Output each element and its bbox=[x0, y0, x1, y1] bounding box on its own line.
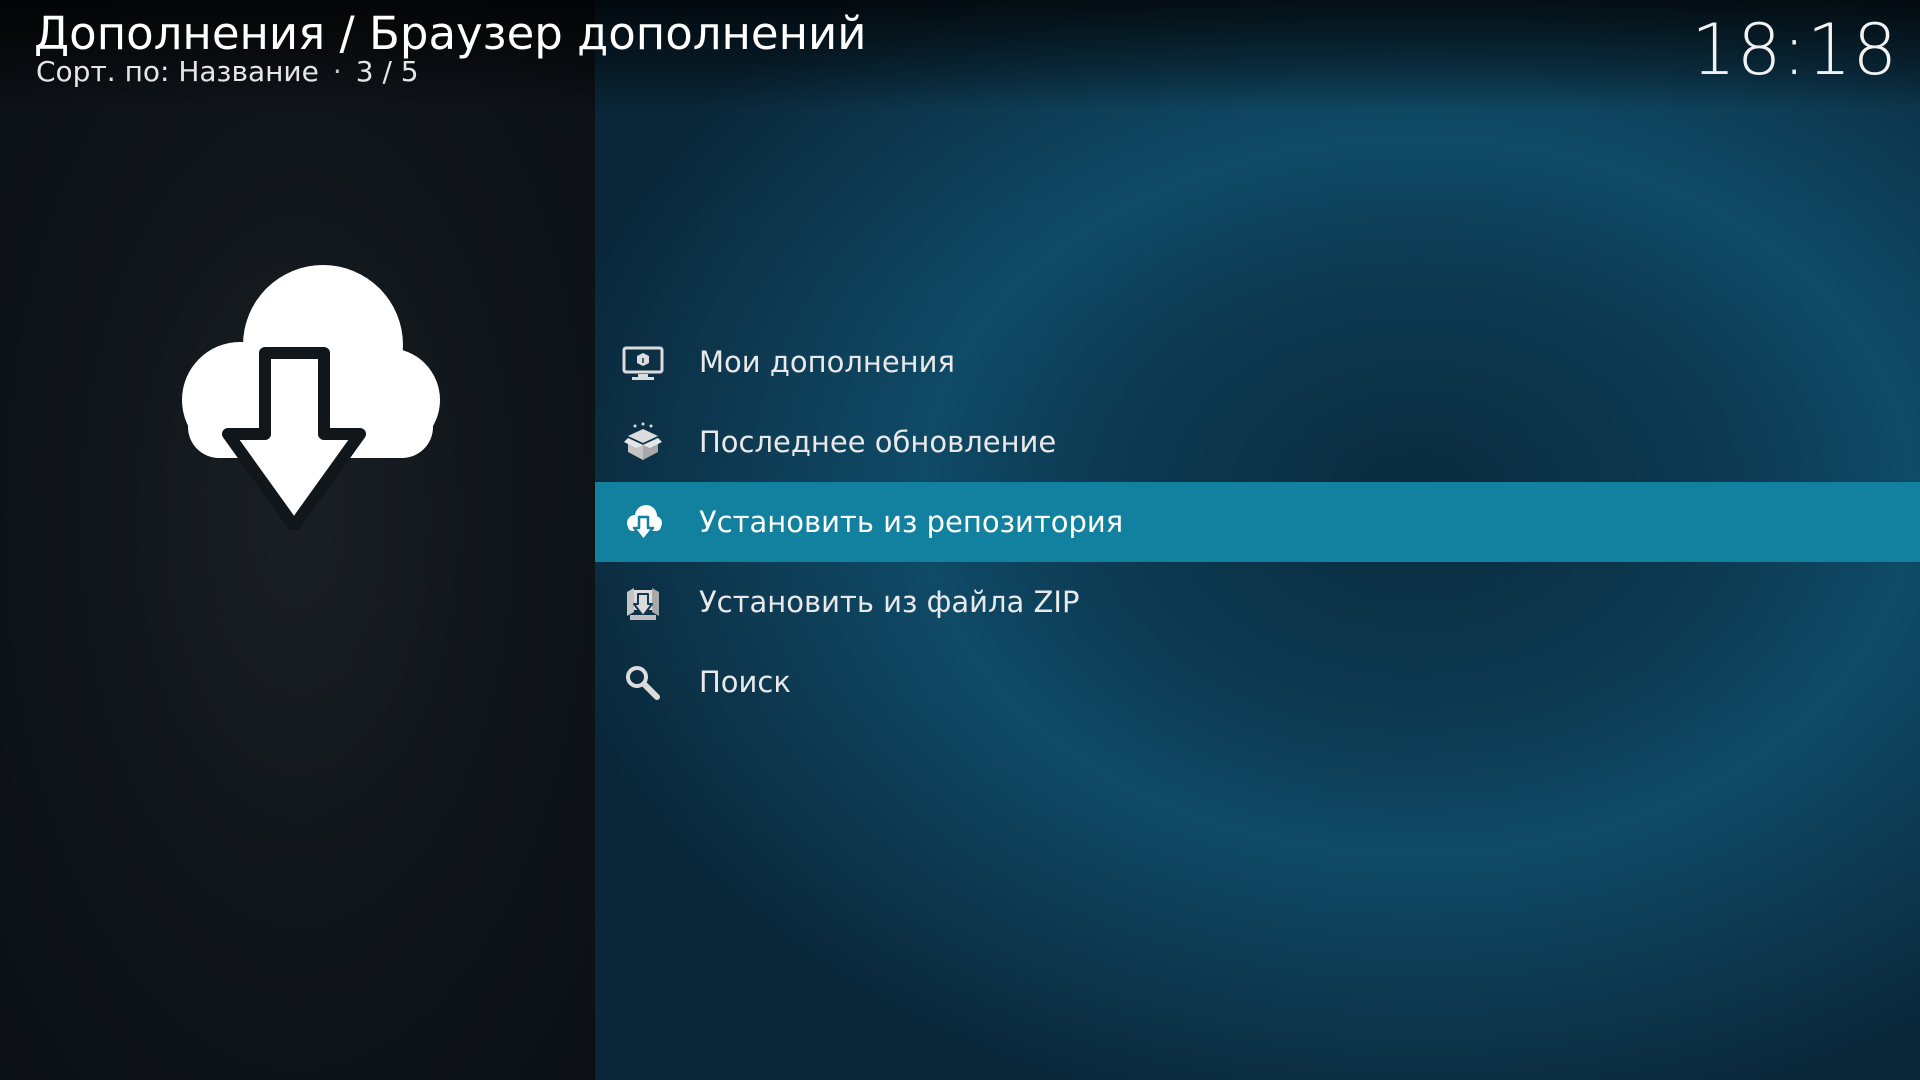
monitor-box-icon bbox=[622, 346, 664, 380]
menu-item-install-from-zip[interactable]: Установить из файла ZIP bbox=[595, 562, 1920, 642]
sort-label[interactable]: Сорт. по: Название bbox=[36, 55, 319, 88]
zip-install-icon bbox=[627, 588, 659, 620]
menu-item-recent-update[interactable]: Последнее обновление bbox=[595, 402, 1920, 482]
clock: 18:18 bbox=[1691, 9, 1898, 91]
addon-menu: Мои дополнения Последнее обновление Уста… bbox=[595, 322, 1920, 722]
open-box-icon bbox=[624, 422, 662, 460]
addon-browser-screen: Дополнения / Браузер дополнений Сорт. по… bbox=[0, 0, 1920, 1080]
info-panel bbox=[0, 0, 595, 1080]
item-position: 3 / 5 bbox=[355, 55, 419, 88]
sort-info: Сорт. по: Название · 3 / 5 bbox=[36, 54, 419, 90]
menu-item-label: Установить из файла ZIP bbox=[699, 585, 1080, 619]
menu-item-search[interactable]: Поиск bbox=[595, 642, 1920, 722]
menu-item-label: Установить из репозитория bbox=[699, 505, 1124, 539]
menu-item-label: Поиск bbox=[699, 665, 791, 699]
cloud-download-icon bbox=[627, 505, 662, 542]
menu-item-install-from-repo[interactable]: Установить из репозитория bbox=[595, 482, 1920, 562]
menu-item-label: Последнее обновление bbox=[699, 425, 1057, 459]
cloud-download-icon bbox=[182, 265, 440, 530]
menu-item-my-addons[interactable]: Мои дополнения bbox=[595, 322, 1920, 402]
search-icon bbox=[626, 666, 660, 700]
separator-dot: · bbox=[332, 55, 342, 88]
menu-item-label: Мои дополнения bbox=[699, 345, 955, 379]
